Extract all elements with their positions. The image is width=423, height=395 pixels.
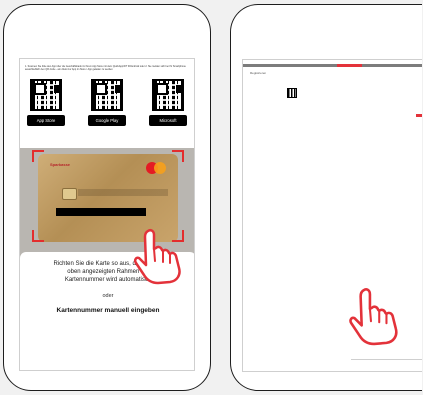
instructions-text: 1. Scannen Sie bitte den App über die Ge… (25, 65, 186, 72)
mastercard-logo-icon (146, 162, 166, 174)
qr-item-app-store: App Store (26, 79, 66, 126)
divider (351, 359, 422, 360)
red-action-button[interactable] (416, 114, 422, 117)
google-play-badge[interactable]: Google Play (88, 115, 126, 126)
bank-logo: Sparkasse (50, 162, 71, 167)
card-skyline-image (78, 172, 168, 196)
active-nav-tab[interactable] (337, 64, 362, 67)
qr-code (287, 88, 297, 98)
qr-item-microsoft: Microsoft (148, 79, 188, 126)
navigation-bar[interactable] (243, 64, 422, 67)
manual-entry-button[interactable]: Kartennummer manuell eingeben (40, 306, 176, 316)
phone-screen-left: 1. Scannen Sie bitte den App über die Ge… (19, 58, 195, 371)
scan-frame-corner-bottom-left (32, 230, 44, 242)
qr-code-row: App Store Google Play Microsoft (26, 79, 190, 137)
qr-code (91, 79, 123, 111)
qr-code (30, 79, 62, 111)
card-chip-icon (62, 188, 77, 200)
phone-left: 1. Scannen Sie bitte den App über die Ge… (3, 4, 211, 391)
card-number-redaction (56, 208, 146, 216)
page-title: Registrieren (250, 71, 267, 75)
scan-frame-corner-top-left (32, 150, 44, 162)
qr-item-google-play: Google Play (87, 79, 127, 126)
microsoft-store-badge[interactable]: Microsoft (149, 115, 187, 126)
scan-frame-corner-top-right (172, 150, 184, 162)
app-store-badge[interactable]: App Store (27, 115, 65, 126)
qr-code (152, 79, 184, 111)
or-separator: oder (102, 293, 114, 299)
tap-hand-icon (133, 228, 181, 285)
tap-hand-icon (349, 288, 398, 346)
